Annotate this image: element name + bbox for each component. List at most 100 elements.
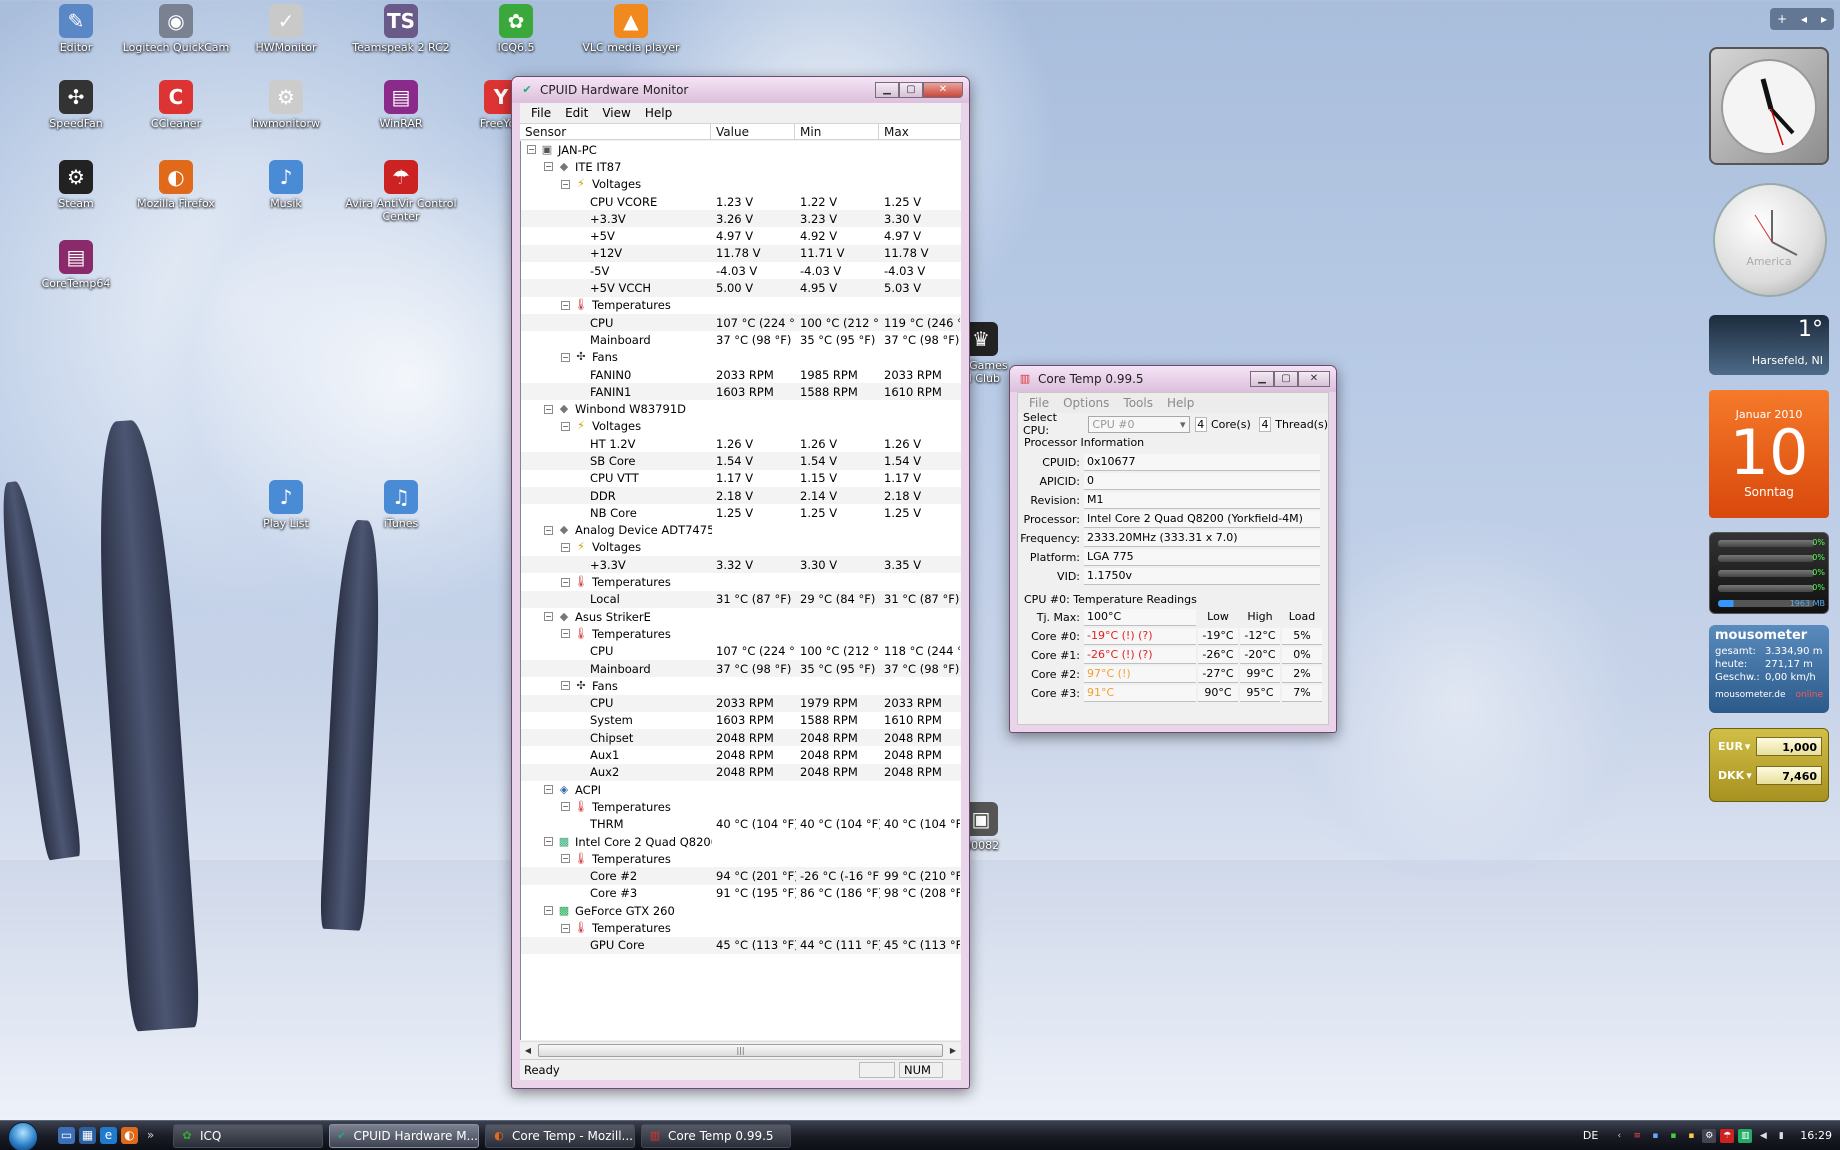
desktop-icon[interactable]: ⚙ hwmonitorw xyxy=(230,80,342,130)
sensor-row[interactable]: Local 31 °C (87 °F) 29 °C (84 °F) 31 °C (87… xyxy=(521,590,961,609)
column-header-sensor[interactable]: Sensor xyxy=(520,124,711,139)
volume-icon[interactable]: ◀ xyxy=(1756,1129,1770,1143)
sensor-row[interactable]: System 1603 RPM 1588 RPM 1610 RPM xyxy=(521,712,961,729)
sensor-row[interactable]: − ⚡ Voltages xyxy=(521,418,961,435)
close-button[interactable]: ✕ xyxy=(1298,371,1330,387)
menu-tools[interactable]: Tools xyxy=(1116,396,1160,410)
sensor-row[interactable]: Core #2 94 °C (201 °F) -26 °C (-16 °F) 99 °… xyxy=(521,867,961,885)
calendar-gadget[interactable]: Januar 2010 10 Sonntag xyxy=(1709,390,1829,518)
menu-edit[interactable]: Edit xyxy=(558,106,595,120)
sensor-row[interactable]: − 🌡 Temperatures xyxy=(521,625,961,642)
sensor-row[interactable]: -5V -4.03 V -4.03 V -4.03 V xyxy=(521,262,961,279)
collapse-toggle-icon[interactable]: − xyxy=(561,681,570,691)
desktop-icon[interactable]: C CCleaner xyxy=(120,80,232,130)
sensor-row[interactable]: Chipset 2048 RPM 2048 RPM 2048 RPM xyxy=(521,729,961,747)
currency-value[interactable]: 7,460 xyxy=(1756,765,1822,785)
start-button[interactable] xyxy=(0,1121,40,1150)
maximize-button[interactable]: ▢ xyxy=(899,82,923,98)
taskbar-button[interactable]: ▥ Core Temp 0.99.5 xyxy=(641,1123,791,1148)
column-header-value[interactable]: Value xyxy=(711,124,795,139)
avira-tray-icon[interactable]: ☂ xyxy=(1720,1128,1735,1143)
minimize-button[interactable]: ▁ xyxy=(875,82,899,98)
coretemp-window[interactable]: ▥ Core Temp 0.99.5 ▁ ▢ ✕ File Options To… xyxy=(1009,365,1337,733)
desktop-icon[interactable]: ✓ HWMonitor xyxy=(230,4,342,54)
sensor-row[interactable]: − ▣ JAN-PC xyxy=(521,141,961,158)
cpu-select[interactable]: CPU #0 xyxy=(1088,415,1190,433)
sensor-row[interactable]: − 🌡 Temperatures xyxy=(521,850,961,867)
taskbar-clock[interactable]: 16:29 xyxy=(1800,1129,1832,1142)
collapse-toggle-icon[interactable]: − xyxy=(561,854,570,864)
sensor-row[interactable]: +5V 4.97 V 4.92 V 4.97 V xyxy=(521,227,961,244)
clock-gadget[interactable] xyxy=(1709,47,1829,165)
desktop-icon[interactable]: ✿ ICQ6.5 xyxy=(460,4,572,54)
sensor-row[interactable]: − ▩ Intel Core 2 Quad Q8200 xyxy=(521,833,961,850)
sensor-row[interactable]: − ▩ GeForce GTX 260 xyxy=(521,902,961,919)
firefox-icon[interactable]: ◐ xyxy=(121,1127,138,1144)
sensor-row[interactable]: THRM 40 °C (104 °F) 40 °C (104 °F) 40 °C (1… xyxy=(521,816,961,833)
sensor-row[interactable]: − ◆ ITE IT87 xyxy=(521,158,961,175)
collapse-toggle-icon[interactable]: − xyxy=(561,300,570,310)
dropdown-icon[interactable]: ▾ xyxy=(1745,740,1751,753)
dropdown-icon[interactable]: ▾ xyxy=(1746,769,1752,782)
collapse-toggle-icon[interactable]: − xyxy=(561,923,570,933)
sensor-row[interactable]: CPU 107 °C (224 °... 100 °C (212 °... 118 °… xyxy=(521,643,961,660)
desktop-icon[interactable]: ⚙ Steam xyxy=(20,160,132,210)
resize-grip-icon[interactable] xyxy=(947,1062,961,1078)
sensor-row[interactable]: − ◆ Analog Device ADT7475 xyxy=(521,522,961,539)
speedfan-tray-icon[interactable]: ≡ xyxy=(1630,1129,1644,1143)
currency-code[interactable]: DKK xyxy=(1718,769,1744,782)
sensor-row[interactable]: DDR 2.18 V 2.14 V 2.18 V xyxy=(521,486,961,505)
desktop-icon[interactable]: ☂ Avira AntiVir Control Center xyxy=(345,160,457,223)
desktop-icon[interactable]: ▲ VLC media player xyxy=(575,4,687,54)
next-icon[interactable]: ▸ xyxy=(1821,12,1827,26)
sensor-row[interactable]: − ◆ Asus StrikerE xyxy=(521,608,961,625)
sensor-row[interactable]: SB Core 1.54 V 1.54 V 1.54 V xyxy=(521,452,961,470)
currency-value[interactable]: 1,000 xyxy=(1756,736,1822,756)
collapse-toggle-icon[interactable]: − xyxy=(544,612,553,622)
scroll-right-icon[interactable]: ▶ xyxy=(945,1046,961,1055)
sensor-tree[interactable]: − ▣ JAN-PC − ◆ ITE IT87− ⚡ Voltages CPU VCORE 1.2… xyxy=(520,141,961,1040)
tray-temp-icon[interactable]: ▪ xyxy=(1648,1129,1662,1143)
taskbar-button[interactable]: ◐ Core Temp - Mozill... xyxy=(485,1123,635,1148)
currency-row[interactable]: DKK ▾ 7,460 xyxy=(1710,763,1828,787)
collapse-toggle-icon[interactable]: − xyxy=(561,802,570,812)
close-button[interactable]: ✕ xyxy=(923,82,963,98)
desktop-icon[interactable]: ♪ Musik xyxy=(230,160,342,210)
weather-gadget[interactable]: 1° Harsefeld, NI xyxy=(1709,315,1829,375)
sensor-row[interactable]: +3.3V 3.32 V 3.30 V 3.35 V xyxy=(521,556,961,574)
hwmonitor-window[interactable]: ✔ CPUID Hardware Monitor ▁ ▢ ✕ File Edit… xyxy=(511,76,970,1089)
minimize-button[interactable]: ▁ xyxy=(1250,371,1274,387)
menu-file[interactable]: File xyxy=(1022,396,1056,410)
sensor-row[interactable]: Core #3 91 °C (195 °F) 86 °C (186 °F) 98 °C… xyxy=(521,885,961,902)
sensor-row[interactable]: − ◈ ACPI xyxy=(521,781,961,798)
chevron-right-icon[interactable]: » xyxy=(142,1127,159,1144)
tray-temp-icon[interactable]: ▪ xyxy=(1666,1129,1680,1143)
clock-gadget-america[interactable]: America xyxy=(1709,183,1829,301)
sensor-row[interactable]: FANIN1 1603 RPM 1588 RPM 1610 RPM xyxy=(521,383,961,401)
language-indicator[interactable]: DE xyxy=(1583,1129,1598,1142)
taskbar-button[interactable]: ✿ ICQ xyxy=(173,1123,323,1148)
sidebar-controls[interactable]: + ◂ ▸ xyxy=(1770,8,1834,30)
horizontal-scrollbar[interactable]: ◀ ||| ▶ xyxy=(520,1041,961,1058)
prev-icon[interactable]: ◂ xyxy=(1801,12,1807,26)
desktop-icon[interactable]: ♫ iTunes xyxy=(345,480,457,530)
tray-expand-icon[interactable]: ‹ xyxy=(1612,1129,1626,1143)
collapse-toggle-icon[interactable]: − xyxy=(527,145,536,155)
scroll-thumb[interactable]: ||| xyxy=(538,1043,943,1057)
sensor-row[interactable]: − 🌡 Temperatures xyxy=(521,573,961,590)
column-header-max[interactable]: Max xyxy=(879,124,961,139)
network-icon[interactable]: ▥ xyxy=(1738,1128,1753,1143)
collapse-toggle-icon[interactable]: − xyxy=(561,352,570,362)
collapse-toggle-icon[interactable]: − xyxy=(544,785,553,795)
switch-windows-icon[interactable]: ▦ xyxy=(79,1127,96,1144)
column-header-min[interactable]: Min xyxy=(795,124,879,139)
desktop-icon[interactable]: TS Teamspeak 2 RC2 xyxy=(345,4,457,54)
mousometer-site[interactable]: mousometer.de xyxy=(1715,690,1786,703)
sensor-row[interactable]: Mainboard 37 °C (98 °F) 35 °C (95 °F) 37 °C… xyxy=(521,659,961,678)
collapse-toggle-icon[interactable]: − xyxy=(544,906,553,916)
desktop-icon[interactable]: ◐ Mozilla Firefox xyxy=(120,160,232,210)
sensor-row[interactable]: CPU 107 °C (224 °... 100 °C (212 °... 119 °… xyxy=(521,313,961,332)
menu-view[interactable]: View xyxy=(595,106,637,120)
currency-gadget[interactable]: EUR ▾ 1,000 DKK ▾ 7,460 xyxy=(1709,728,1829,802)
sensor-row[interactable]: NB Core 1.25 V 1.25 V 1.25 V xyxy=(521,504,961,521)
